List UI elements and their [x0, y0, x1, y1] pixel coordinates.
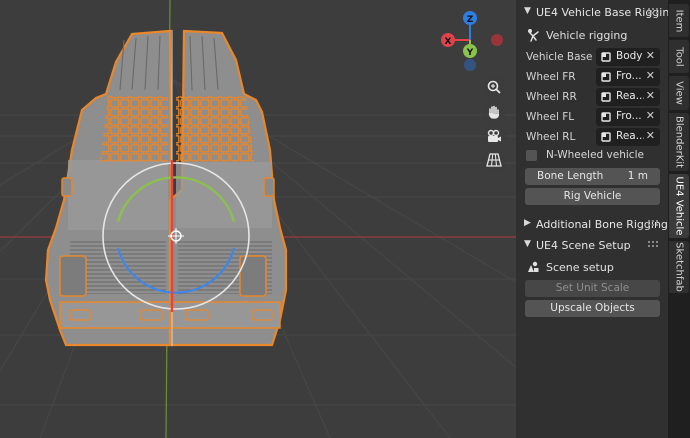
scene-setup-label: Scene setup — [546, 261, 614, 274]
scene-section-title: UE4 Scene Setup — [536, 239, 631, 252]
wheel-rl-field[interactable]: Rea... ✕ — [596, 128, 660, 146]
navigation-gizmo[interactable]: Z X Y — [438, 8, 508, 74]
vehicle-base-row: Vehicle Base Body ✕ — [516, 47, 668, 67]
clear-x-icon[interactable]: ✕ — [646, 109, 655, 122]
wheel-fr-field[interactable]: Fro... ✕ — [596, 68, 660, 86]
object-icon — [601, 132, 611, 142]
set-unit-scale-button[interactable]: Set Unit Scale — [525, 280, 660, 297]
clear-x-icon[interactable]: ✕ — [646, 89, 655, 102]
wheel-fr-row: Wheel FR Fro... ✕ — [516, 67, 668, 87]
perspective-toggle-button[interactable] — [482, 148, 506, 172]
wheel-fl-field[interactable]: Fro... ✕ — [596, 108, 660, 126]
tab-tool-label: Tool — [673, 46, 685, 67]
tab-ue4-vehicle[interactable]: UE4 Vehicle — [669, 174, 689, 238]
sidebar-panel: ▼ UE4 Vehicle Base Rigging Vehicle riggi… — [516, 0, 676, 438]
camera-icon — [487, 129, 501, 142]
zoom-button[interactable] — [482, 75, 506, 99]
pan-button[interactable] — [482, 100, 506, 124]
clear-x-icon[interactable]: ✕ — [646, 129, 655, 142]
wheel-fl-row: Wheel FL Fro... ✕ — [516, 107, 668, 127]
clear-x-icon[interactable]: ✕ — [646, 49, 655, 62]
vehicle-base-value: Body — [616, 50, 643, 62]
chevron-down-icon: ▼ — [524, 6, 531, 16]
camera-view-button[interactable] — [482, 124, 506, 148]
grid-perspective-icon — [486, 153, 502, 167]
wheel-rr-label: Wheel RR — [526, 91, 577, 103]
tab-sketchfab[interactable]: Sketchfab — [669, 241, 689, 293]
tab-ue4-vehicle-label: UE4 Vehicle — [673, 176, 685, 236]
tab-sketchfab-label: Sketchfab — [673, 242, 685, 292]
upscale-objects-label: Upscale Objects — [550, 302, 635, 314]
wheel-rr-field[interactable]: Rea... ✕ — [596, 88, 660, 106]
set-unit-scale-label: Set Unit Scale — [555, 282, 630, 294]
wheel-fr-value: Fro... — [616, 70, 642, 82]
tab-item-label: Item — [673, 9, 685, 32]
drag-grip-icon[interactable] — [648, 241, 658, 249]
additional-section-header[interactable]: ▶ Additional Bone Rigging — [516, 214, 668, 236]
chevron-right-icon: ▶ — [524, 218, 531, 228]
tab-view-label: View — [673, 81, 685, 105]
rigging-section-header[interactable]: ▼ UE4 Vehicle Base Rigging — [516, 2, 676, 24]
wheel-fl-label: Wheel FL — [526, 111, 575, 123]
clear-x-icon[interactable]: ✕ — [646, 69, 655, 82]
hand-pan-icon — [488, 105, 500, 119]
armature-icon — [528, 29, 539, 42]
bone-length-label: Bone Length — [537, 170, 604, 182]
wheel-rr-value: Rea... — [616, 90, 644, 102]
bone-length-field[interactable]: Bone Length 1 m — [525, 168, 660, 185]
tab-view[interactable]: View — [669, 76, 689, 110]
chevron-down-icon: ▼ — [524, 239, 531, 249]
rig-vehicle-button[interactable]: Rig Vehicle — [525, 188, 660, 205]
bone-length-value: 1 m — [627, 170, 648, 182]
wheel-rl-value: Rea... — [616, 130, 644, 142]
object-icon — [601, 112, 611, 122]
object-icon — [601, 92, 611, 102]
n-wheeled-label: N-Wheeled vehicle — [546, 149, 644, 161]
tab-item[interactable]: Item — [669, 4, 689, 37]
vehicle-base-field[interactable]: Body ✕ — [596, 48, 660, 66]
object-icon — [601, 72, 611, 82]
scene-icon — [528, 261, 539, 272]
tab-tool[interactable]: Tool — [669, 40, 689, 73]
gizmo-neg-x-axis[interactable] — [491, 34, 503, 46]
wheel-fl-value: Fro... — [616, 110, 642, 122]
zoom-icon — [487, 80, 501, 94]
rig-vehicle-label: Rig Vehicle — [563, 190, 622, 202]
wheel-rl-label: Wheel RL — [526, 131, 576, 143]
upscale-objects-button[interactable]: Upscale Objects — [525, 300, 660, 317]
cargo-grid-left — [100, 96, 168, 162]
gizmo-y-label: Y — [466, 48, 474, 58]
sidebar-tab-strip: Item Tool View BlenderKit UE4 Vehicle Sk… — [668, 0, 690, 438]
drag-grip-icon[interactable] — [648, 8, 658, 16]
wheel-fr-label: Wheel FR — [526, 71, 576, 83]
object-icon — [601, 52, 611, 62]
gizmo-neg-z-axis[interactable] — [464, 59, 476, 71]
n-wheeled-checkbox[interactable] — [526, 150, 537, 161]
gizmo-z-label: Z — [467, 15, 474, 25]
gizmo-x-label: X — [445, 37, 452, 47]
vehicle-rigging-label: Vehicle rigging — [546, 29, 628, 42]
cargo-grid-right — [176, 96, 254, 162]
wheel-rl-row: Wheel RL Rea... ✕ — [516, 127, 668, 147]
vehicle-base-label: Vehicle Base — [526, 51, 593, 63]
tab-blenderkit-label: BlenderKit — [673, 116, 685, 168]
drag-grip-icon[interactable] — [648, 220, 658, 228]
vehicle-model[interactable] — [44, 29, 288, 347]
scene-section-header[interactable]: ▼ UE4 Scene Setup — [516, 235, 668, 257]
wheel-rr-row: Wheel RR Rea... ✕ — [516, 87, 668, 107]
tab-blenderkit[interactable]: BlenderKit — [669, 113, 689, 171]
blender-3d-view: Z X Y ▼ UE4 Vehicle Base Rigging Vehicle… — [0, 0, 690, 438]
